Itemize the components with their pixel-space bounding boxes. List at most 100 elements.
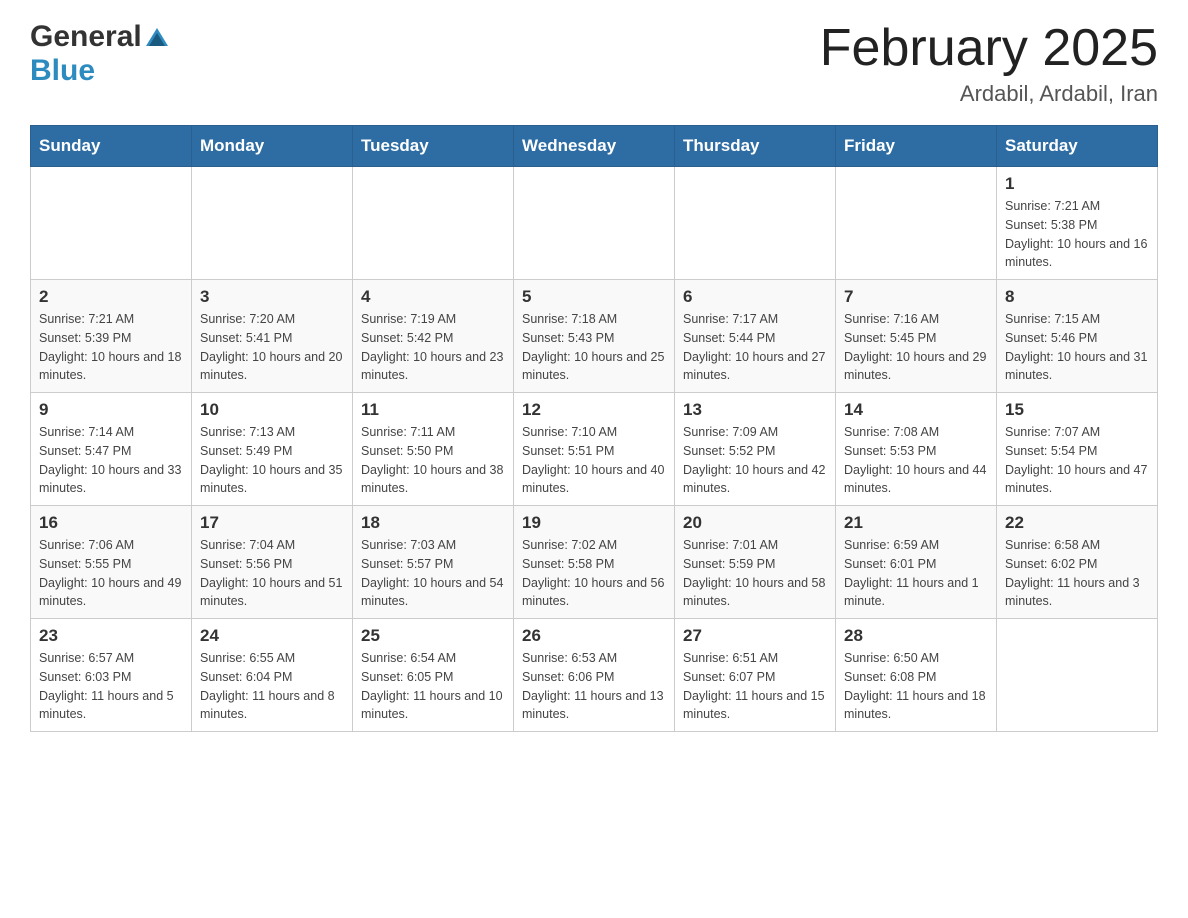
calendar-cell: 17Sunrise: 7:04 AMSunset: 5:56 PMDayligh… [192, 506, 353, 619]
day-number: 22 [1005, 513, 1149, 533]
day-info: Sunrise: 7:17 AMSunset: 5:44 PMDaylight:… [683, 310, 827, 385]
day-number: 24 [200, 626, 344, 646]
day-info: Sunrise: 6:58 AMSunset: 6:02 PMDaylight:… [1005, 536, 1149, 611]
day-info: Sunrise: 6:53 AMSunset: 6:06 PMDaylight:… [522, 649, 666, 724]
calendar-cell [353, 167, 514, 280]
day-number: 7 [844, 287, 988, 307]
day-info: Sunrise: 7:11 AMSunset: 5:50 PMDaylight:… [361, 423, 505, 498]
day-number: 25 [361, 626, 505, 646]
day-info: Sunrise: 7:15 AMSunset: 5:46 PMDaylight:… [1005, 310, 1149, 385]
weekday-header-sunday: Sunday [31, 126, 192, 167]
day-info: Sunrise: 7:09 AMSunset: 5:52 PMDaylight:… [683, 423, 827, 498]
day-info: Sunrise: 7:03 AMSunset: 5:57 PMDaylight:… [361, 536, 505, 611]
calendar-week-row: 9 Sunrise: 7:14 AMSunset: 5:47 PMDaylight… [31, 393, 1158, 506]
calendar-cell [997, 619, 1158, 732]
calendar-cell: 27 Sunrise: 6:51 AMSunset: 6:07 PMDayligh… [675, 619, 836, 732]
day-info: Sunrise: 7:14 AMSunset: 5:47 PMDaylight:… [39, 423, 183, 498]
calendar-cell: 3 Sunrise: 7:20 AMSunset: 5:41 PMDaylight… [192, 280, 353, 393]
logo-blue-text: Blue [30, 54, 95, 87]
calendar-cell: 14 Sunrise: 7:08 AMSunset: 5:53 PMDayligh… [836, 393, 997, 506]
calendar-cell: 23 Sunrise: 6:57 AMSunset: 6:03 PMDayligh… [31, 619, 192, 732]
weekday-header-friday: Friday [836, 126, 997, 167]
day-info: Sunrise: 7:21 AMSunset: 5:39 PMDaylight:… [39, 310, 183, 385]
day-number: 20 [683, 513, 827, 533]
logo-triangle-icon [144, 26, 170, 48]
day-number: 16 [39, 513, 183, 533]
day-info: Sunrise: 7:06 AMSunset: 5:55 PMDaylight:… [39, 536, 183, 611]
calendar-cell: 7Sunrise: 7:16 AMSunset: 5:45 PMDaylight… [836, 280, 997, 393]
weekday-header-monday: Monday [192, 126, 353, 167]
calendar-cell: 5 Sunrise: 7:18 AMSunset: 5:43 PMDaylight… [514, 280, 675, 393]
day-number: 9 [39, 400, 183, 420]
day-info: Sunrise: 7:19 AMSunset: 5:42 PMDaylight:… [361, 310, 505, 385]
calendar-cell: 18Sunrise: 7:03 AMSunset: 5:57 PMDayligh… [353, 506, 514, 619]
day-number: 19 [522, 513, 666, 533]
weekday-header-tuesday: Tuesday [353, 126, 514, 167]
day-info: Sunrise: 6:59 AMSunset: 6:01 PMDaylight:… [844, 536, 988, 611]
day-number: 4 [361, 287, 505, 307]
title-section: February 2025 Ardabil, Ardabil, Iran [820, 20, 1158, 107]
calendar-cell [192, 167, 353, 280]
calendar-cell [31, 167, 192, 280]
day-number: 1 [1005, 174, 1149, 194]
day-info: Sunrise: 6:57 AMSunset: 6:03 PMDaylight:… [39, 649, 183, 724]
day-number: 27 [683, 626, 827, 646]
day-number: 17 [200, 513, 344, 533]
calendar-table: SundayMondayTuesdayWednesdayThursdayFrid… [30, 125, 1158, 732]
calendar-cell: 10 Sunrise: 7:13 AMSunset: 5:49 PMDayligh… [192, 393, 353, 506]
day-number: 26 [522, 626, 666, 646]
calendar-cell: 11 Sunrise: 7:11 AMSunset: 5:50 PMDayligh… [353, 393, 514, 506]
day-number: 14 [844, 400, 988, 420]
calendar-cell: 19 Sunrise: 7:02 AMSunset: 5:58 PMDayligh… [514, 506, 675, 619]
day-info: Sunrise: 7:10 AMSunset: 5:51 PMDaylight:… [522, 423, 666, 498]
calendar-cell [675, 167, 836, 280]
day-number: 10 [200, 400, 344, 420]
calendar-cell: 16 Sunrise: 7:06 AMSunset: 5:55 PMDayligh… [31, 506, 192, 619]
calendar-cell: 13 Sunrise: 7:09 AMSunset: 5:52 PMDayligh… [675, 393, 836, 506]
day-number: 15 [1005, 400, 1149, 420]
calendar-cell: 24 Sunrise: 6:55 AMSunset: 6:04 PMDayligh… [192, 619, 353, 732]
page-header: General Blue February 2025 Ardabil, Arda… [30, 20, 1158, 107]
calendar-cell: 6 Sunrise: 7:17 AMSunset: 5:44 PMDaylight… [675, 280, 836, 393]
calendar-week-row: 16 Sunrise: 7:06 AMSunset: 5:55 PMDayligh… [31, 506, 1158, 619]
day-number: 8 [1005, 287, 1149, 307]
calendar-cell: 21Sunrise: 6:59 AMSunset: 6:01 PMDayligh… [836, 506, 997, 619]
weekday-header-wednesday: Wednesday [514, 126, 675, 167]
day-info: Sunrise: 6:55 AMSunset: 6:04 PMDaylight:… [200, 649, 344, 724]
day-number: 23 [39, 626, 183, 646]
day-number: 13 [683, 400, 827, 420]
day-info: Sunrise: 7:08 AMSunset: 5:53 PMDaylight:… [844, 423, 988, 498]
logo: General Blue [30, 20, 172, 88]
location-subtitle: Ardabil, Ardabil, Iran [820, 81, 1158, 107]
day-number: 5 [522, 287, 666, 307]
calendar-cell: 12 Sunrise: 7:10 AMSunset: 5:51 PMDayligh… [514, 393, 675, 506]
day-info: Sunrise: 6:51 AMSunset: 6:07 PMDaylight:… [683, 649, 827, 724]
day-number: 6 [683, 287, 827, 307]
calendar-cell: 1 Sunrise: 7:21 AMSunset: 5:38 PMDaylight… [997, 167, 1158, 280]
day-info: Sunrise: 7:20 AMSunset: 5:41 PMDaylight:… [200, 310, 344, 385]
calendar-cell [836, 167, 997, 280]
day-number: 11 [361, 400, 505, 420]
day-info: Sunrise: 7:02 AMSunset: 5:58 PMDaylight:… [522, 536, 666, 611]
weekday-header-saturday: Saturday [997, 126, 1158, 167]
day-info: Sunrise: 7:13 AMSunset: 5:49 PMDaylight:… [200, 423, 344, 498]
calendar-cell: 15 Sunrise: 7:07 AMSunset: 5:54 PMDayligh… [997, 393, 1158, 506]
calendar-cell: 22 Sunrise: 6:58 AMSunset: 6:02 PMDayligh… [997, 506, 1158, 619]
day-number: 12 [522, 400, 666, 420]
day-info: Sunrise: 7:18 AMSunset: 5:43 PMDaylight:… [522, 310, 666, 385]
day-info: Sunrise: 7:21 AMSunset: 5:38 PMDaylight:… [1005, 197, 1149, 272]
calendar-cell: 8 Sunrise: 7:15 AMSunset: 5:46 PMDaylight… [997, 280, 1158, 393]
weekday-header-thursday: Thursday [675, 126, 836, 167]
day-number: 28 [844, 626, 988, 646]
calendar-cell: 4 Sunrise: 7:19 AMSunset: 5:42 PMDaylight… [353, 280, 514, 393]
calendar-cell: 20 Sunrise: 7:01 AMSunset: 5:59 PMDayligh… [675, 506, 836, 619]
day-info: Sunrise: 7:07 AMSunset: 5:54 PMDaylight:… [1005, 423, 1149, 498]
calendar-cell: 25Sunrise: 6:54 AMSunset: 6:05 PMDayligh… [353, 619, 514, 732]
day-number: 3 [200, 287, 344, 307]
calendar-week-row: 2Sunrise: 7:21 AMSunset: 5:39 PMDaylight… [31, 280, 1158, 393]
calendar-cell: 28Sunrise: 6:50 AMSunset: 6:08 PMDayligh… [836, 619, 997, 732]
month-title: February 2025 [820, 20, 1158, 77]
calendar-cell: 2Sunrise: 7:21 AMSunset: 5:39 PMDaylight… [31, 280, 192, 393]
day-info: Sunrise: 7:01 AMSunset: 5:59 PMDaylight:… [683, 536, 827, 611]
calendar-cell [514, 167, 675, 280]
